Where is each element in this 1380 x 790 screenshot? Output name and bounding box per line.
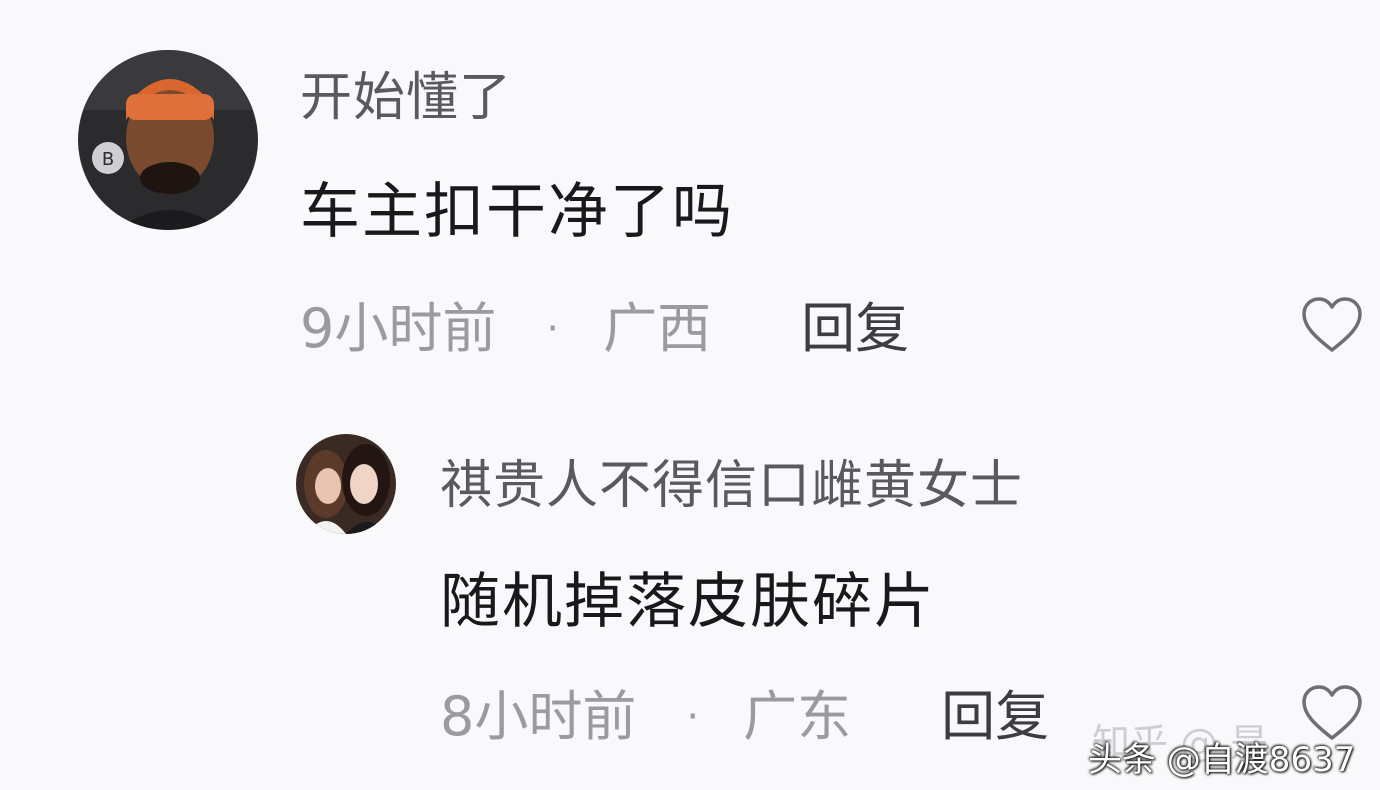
heart-outline-icon [1302,297,1362,352]
reply-button[interactable]: 回复 [941,690,1049,744]
comment-time: 8小时前 [440,685,637,748]
comment-meta: 9小时前 · 广西 回复 [300,302,909,356]
reply-button[interactable]: 回复 [801,302,909,356]
meta-separator: · [686,694,700,740]
avatar[interactable]: B [78,50,258,230]
source-watermark: 头条 @自渡8637 [1088,740,1356,780]
comment-username[interactable]: 开始懂了 [300,72,512,124]
meta-separator: · [546,306,560,352]
svg-text:B: B [102,149,114,170]
avatar-image: B [78,50,258,230]
avatar[interactable] [296,434,396,534]
like-button[interactable] [1300,296,1364,354]
comment-time: 9小时前 [300,297,497,360]
comment-location: 广西 [603,297,712,360]
comment-content: 车主扣干净了吗 [300,177,734,247]
avatar-image [296,434,396,534]
comment-meta: 8小时前 · 广东 回复 [440,690,1049,744]
comment-location: 广东 [743,685,852,748]
comment-content: 随机掉落皮肤碎片 [440,567,936,637]
comment-username[interactable]: 祺贵人不得信口雌黄女士 [440,460,1023,512]
